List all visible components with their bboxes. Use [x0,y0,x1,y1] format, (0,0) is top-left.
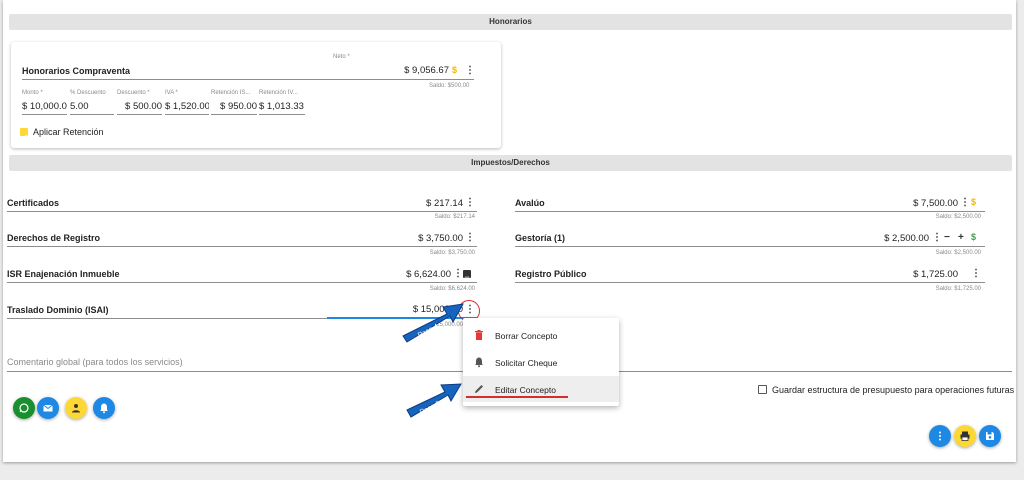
whatsapp-icon [19,403,29,413]
menu-item-label: Solicitar Cheque [495,358,558,368]
more-actions-button[interactable] [929,425,951,447]
bell-icon [100,403,108,414]
save-structure-label: Guardar estructura de presupuesto para o… [772,385,1015,395]
menu-item-borrar-concepto[interactable]: Borrar Concepto [463,322,619,348]
neto-value[interactable]: $ 9,056.67 [371,65,449,76]
traslado-underline [7,318,327,319]
section-header-impuestos: Impuestos/Derechos [9,155,1012,171]
descuento-field[interactable]: $ 500.00 [117,101,162,112]
descuento-pct-field[interactable]: 5.00 [70,101,114,112]
step5-highlight-underline [466,396,568,398]
monto-underline [22,114,67,115]
trash-icon [475,330,483,340]
ret-iva-field[interactable]: $ 1,013.33 [259,101,305,112]
ret-isr-label: Retención IS... [211,90,251,96]
registro-underline [515,282,985,283]
descuento-underline [117,114,162,115]
concept-isr: ISR Enajenación Inmueble [7,269,120,279]
honorarios-saldo: Saldo: $500.00 [429,83,470,89]
amount-gestoria[interactable]: $ 2,500.00 [858,233,929,244]
plus-icon[interactable]: + [958,232,964,243]
amount-avaluo[interactable]: $ 7,500.00 [883,198,958,209]
concept-registro-publico: Registro Público [515,269,587,279]
monto-label: Monto * [22,90,43,96]
user-icon [72,404,80,413]
concept-traslado-dominio: Traslado Dominio (ISAI) [7,305,109,315]
amount-certificados[interactable]: $ 217.14 [393,198,463,209]
pencil-icon [475,385,483,393]
avaluo-more-icon[interactable]: ⋮ [960,198,970,208]
concept-gestoria: Gestoría (1) [515,233,566,243]
amount-derechos-registro[interactable]: $ 3,750.00 [393,233,463,244]
save-icon [986,432,994,440]
saldo-certificados: Saldo: $217.14 [434,214,475,220]
ret-isr-field[interactable]: $ 950.00 [211,101,257,112]
more-vert-icon [939,431,941,441]
bell-icon [475,357,483,368]
derechos-more-icon[interactable]: ⋮ [465,233,475,243]
save-button[interactable] [979,425,1001,447]
isr-more-icon[interactable]: ⋮ [453,269,463,279]
saldo-avaluo: Saldo: $2,500.00 [935,214,981,220]
iva-underline [165,114,209,115]
notification-button[interactable] [93,397,115,419]
concept-certificados: Certificados [7,198,60,208]
neto-label: Neto * [333,54,350,60]
save-structure-checkbox[interactable] [758,385,767,394]
section-header-honorarios: Honorarios [9,14,1012,30]
iva-label: IVA * [165,90,178,96]
honorarios-card: Honorarios Compraventa Neto * $ 9,056.67… [11,42,501,148]
isr-underline [7,282,477,283]
saldo-registro-publico: Saldo: $1,725.00 [935,286,981,292]
aplicar-retencion-checkbox[interactable] [20,128,28,140]
comment-input[interactable]: Comentario global (para todos los servic… [7,357,183,367]
avaluo-dollar-icon[interactable]: $ [971,197,976,207]
context-menu: Borrar Concepto Solicitar Cheque Editar … [463,318,619,406]
amount-isr[interactable]: $ 6,624.00 [381,269,451,280]
neto-more-icon[interactable]: ⋮ [465,66,475,76]
whatsapp-button[interactable] [13,397,35,419]
gestoria-more-icon[interactable]: ⋮ [932,233,942,243]
print-icon [960,431,970,441]
honorarios-title: Honorarios Compraventa [22,66,131,76]
certificados-underline [7,211,477,212]
title-underline [22,79,333,80]
ret-iva-underline [259,114,305,115]
checkmark-icon [21,134,28,140]
avaluo-underline [515,211,985,212]
descuento-pct-label: % Descuento [70,90,106,96]
ret-iva-label: Retención IV... [259,90,298,96]
budget-sheet: Honorarios Honorarios Compraventa Neto *… [3,0,1016,462]
concept-avaluo: Avalúo [515,198,545,208]
monto-field[interactable]: $ 10,000.00 [22,101,67,112]
email-button[interactable] [37,397,59,419]
saldo-derechos-registro: Saldo: $3,750.00 [429,250,475,256]
derechos-underline [7,246,477,247]
concept-derechos-registro: Derechos de Registro [7,233,101,243]
amount-registro-publico[interactable]: $ 1,725.00 [883,269,958,280]
neto-underline [333,79,474,80]
registro-more-icon[interactable]: ⋮ [971,269,981,279]
minus-icon[interactable]: − [944,232,950,243]
aplicar-retencion-label: Aplicar Retención [33,127,104,137]
descuento-pct-underline [70,114,114,115]
saldo-gestoria: Saldo: $2,500.00 [935,250,981,256]
iva-field[interactable]: $ 1,520.00 [165,101,209,112]
saldo-isr: Saldo: $6,624.00 [429,286,475,292]
menu-item-label: Borrar Concepto [495,331,558,341]
descuento-label: Descuento * [117,90,150,96]
ret-isr-underline [211,114,257,115]
user-button[interactable] [65,397,87,419]
menu-item-editar-concepto[interactable]: Editar Concepto [463,376,619,402]
email-icon [43,404,53,412]
menu-item-label: Editar Concepto [495,385,556,395]
calculator-icon[interactable] [463,270,471,282]
menu-item-solicitar-cheque[interactable]: Solicitar Cheque [463,349,619,375]
dollar-icon[interactable]: $ [452,65,457,75]
print-button[interactable] [954,425,976,447]
gestoria-underline [515,246,985,247]
certificados-more-icon[interactable]: ⋮ [465,198,475,208]
gestoria-dollar-icon[interactable]: $ [971,232,976,242]
